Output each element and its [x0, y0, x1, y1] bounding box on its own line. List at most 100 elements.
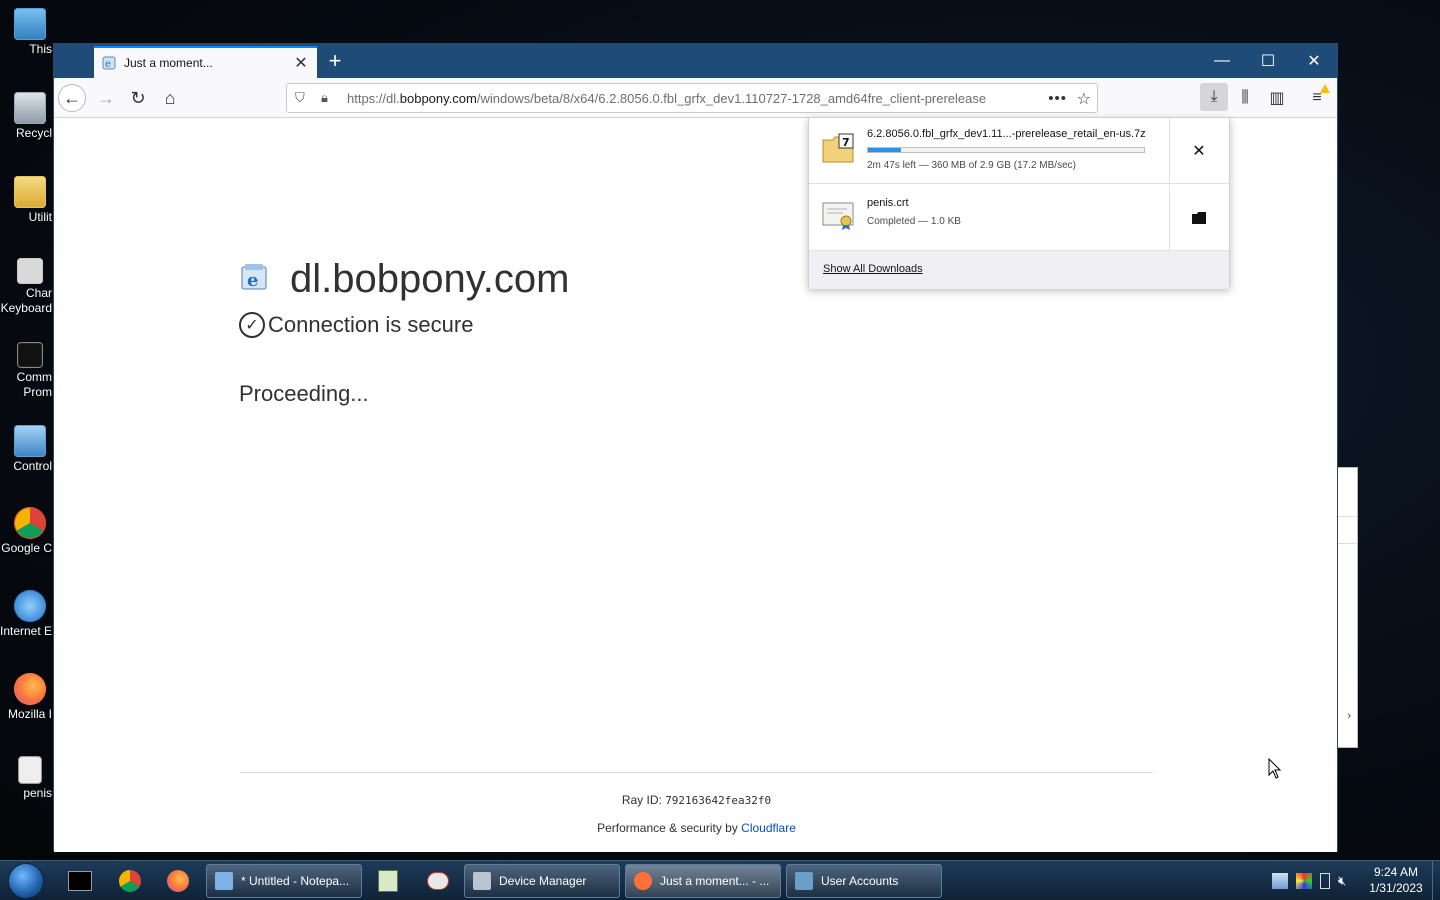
- download-status: 2m 47s left — 360 MB of 2.9 GB (17.2 MB/…: [867, 160, 1076, 171]
- taskbar-button-firefox[interactable]: Just a moment... - ...: [625, 864, 781, 898]
- back-button[interactable]: ←: [58, 84, 86, 112]
- maximize-button[interactable]: ☐: [1245, 44, 1291, 78]
- keyboard-icon: [17, 258, 43, 284]
- url-host: bobpony.com: [399, 90, 477, 106]
- close-tab-icon[interactable]: ✕: [293, 53, 309, 73]
- download-progress-fill: [868, 148, 902, 152]
- desktop-icon-label: Internet E: [0, 624, 53, 638]
- show-desktop-button[interactable]: [1432, 861, 1440, 900]
- computer-icon: [14, 8, 46, 40]
- cancel-download-button[interactable]: ✕: [1187, 140, 1211, 162]
- desktop-icon-utilities[interactable]: Utilit: [0, 176, 60, 225]
- desktop-icon-recycle-bin[interactable]: Recycl: [0, 92, 60, 141]
- sidebar-button[interactable]: ▥: [1264, 84, 1290, 112]
- start-button[interactable]: [8, 863, 44, 899]
- battery-icon[interactable]: [1320, 873, 1330, 889]
- svg-text:e: e: [247, 270, 258, 291]
- desktop-icon-internet-explorer[interactable]: Internet E: [0, 590, 60, 639]
- lock-icon[interactable]: 🔒︎: [321, 90, 337, 106]
- forward-button[interactable]: →: [92, 84, 120, 112]
- desktop-icon-this-pc[interactable]: This: [0, 8, 60, 57]
- tracking-protection-shield-icon[interactable]: ⛉: [295, 90, 311, 106]
- firefox-window: e Just a moment... ✕ + — ☐ ✕ ← → ↻ ⌂ ⛉ 🔒…: [53, 43, 1339, 852]
- clock-time: 9:24 AM: [1373, 865, 1419, 879]
- pinned-firefox[interactable]: [160, 866, 196, 896]
- clock[interactable]: 9:24 AM 1/31/2023: [1360, 864, 1432, 896]
- desktop-icon-control-panel[interactable]: Control: [0, 425, 60, 474]
- network-icon[interactable]: [1272, 873, 1288, 889]
- home-button[interactable]: ⌂: [156, 84, 184, 112]
- bookmark-star-icon[interactable]: ☆: [1077, 89, 1091, 109]
- svg-text:7: 7: [842, 136, 850, 149]
- taskbar-button-notepad[interactable]: * Untitled - Notepa...: [206, 864, 362, 898]
- new-tab-button[interactable]: +: [324, 50, 346, 72]
- ray-id-value: 792163642fea32f0: [665, 794, 772, 807]
- status-text: Proceeding...: [239, 381, 369, 406]
- show-all-downloads-button[interactable]: Show All Downloads: [809, 251, 1229, 289]
- mouse-cursor-icon: [1268, 758, 1282, 779]
- chrome-icon: [14, 507, 46, 539]
- url-bar[interactable]: ⛉ 🔒︎ https://dl. bobpony.com/windows/beta…: [286, 83, 1098, 113]
- ray-id-label: Ray ID:: [621, 793, 666, 807]
- download-arrow-icon: ⤓: [1210, 88, 1218, 105]
- terminal-icon: [68, 871, 92, 891]
- firefox-icon: [634, 872, 652, 890]
- chevron-right-icon[interactable]: ›: [1347, 710, 1351, 722]
- terminal-icon: [17, 342, 43, 368]
- desktop-icon-label: Mozilla I: [7, 707, 52, 721]
- taskbar: * Untitled - Notepa... Device Manager Ju…: [0, 860, 1440, 900]
- chrome-icon: [119, 870, 141, 892]
- certificate-icon: [822, 202, 854, 230]
- pinned-command-prompt[interactable]: [62, 866, 98, 896]
- taskbar-button-label: * Untitled - Notepa...: [241, 874, 350, 888]
- control-panel-icon: [14, 425, 46, 457]
- desktop-icon-command-prompt[interactable]: Comm Prom: [0, 342, 60, 400]
- taskbar-button-label: User Accounts: [821, 874, 899, 888]
- volume-muted-icon[interactable]: 🔇︎: [1338, 873, 1354, 889]
- taskbar-button-label: Device Manager: [499, 874, 587, 888]
- app-menu-button[interactable]: ≡: [1304, 84, 1330, 112]
- folder-icon: [1192, 212, 1206, 224]
- navigation-toolbar: ← → ↻ ⌂ ⛉ 🔒︎ https://dl. bobpony.com/wind…: [54, 78, 1337, 118]
- desktop-icon-certificate-file[interactable]: penis: [0, 756, 60, 801]
- ray-id: Ray ID: 792163642fea32f0: [54, 793, 1339, 807]
- firefox-icon: [14, 673, 46, 705]
- taskbar-button-user-accounts[interactable]: User Accounts: [786, 864, 942, 898]
- desktop-icon-character-keyboard[interactable]: Char Keyboard: [0, 258, 60, 316]
- minimize-button[interactable]: —: [1199, 44, 1245, 78]
- ie-page-icon: e: [102, 56, 116, 70]
- cloudflare-link[interactable]: Cloudflare: [741, 821, 796, 835]
- reload-button[interactable]: ↻: [124, 84, 152, 112]
- taskbar-button-device-manager[interactable]: Device Manager: [464, 864, 620, 898]
- open-folder-button[interactable]: [1187, 207, 1211, 229]
- performance-footer: Performance & security by Cloudflare: [54, 821, 1339, 835]
- library-button[interactable]: ⫼: [1232, 84, 1258, 112]
- update-badge-icon: [1320, 84, 1330, 93]
- taskbar-button-label: Just a moment... - ...: [660, 874, 770, 888]
- pinned-task-manager[interactable]: [370, 866, 406, 896]
- download-item[interactable]: 7 6.2.8056.0.fbl_grfx_dev1.11...-prerele…: [809, 118, 1229, 184]
- url-path: /windows/beta/8/x64/6.2.8056.0.fbl_grfx_…: [476, 90, 987, 106]
- downloads-button[interactable]: ⤓: [1200, 83, 1228, 111]
- connection-secure-row: ✓ Connection is secure: [239, 312, 473, 338]
- download-item[interactable]: penis.crt Completed — 1.0 KB: [809, 185, 1229, 251]
- desktop-icon-mozilla-firefox[interactable]: Mozilla I: [0, 673, 60, 722]
- notepad-icon: [215, 872, 233, 890]
- clock-date: 1/31/2023: [1369, 881, 1423, 895]
- footer-divider: [240, 772, 1153, 773]
- page-actions-more-icon[interactable]: •••: [1048, 90, 1067, 107]
- desktop-icon-google-chrome[interactable]: Google C: [0, 507, 60, 556]
- task-manager-icon: [378, 870, 398, 892]
- tab-just-a-moment[interactable]: e Just a moment... ✕: [94, 46, 317, 78]
- snipping-tool-icon: [427, 872, 449, 890]
- divider: [1169, 185, 1170, 251]
- folder-icon: [14, 176, 46, 208]
- desktop-icon-label: Recycl: [15, 126, 52, 140]
- downloads-panel: 7 6.2.8056.0.fbl_grfx_dev1.11...-prerele…: [808, 117, 1230, 289]
- pinned-chrome[interactable]: [112, 866, 148, 896]
- close-window-button[interactable]: ✕: [1291, 44, 1337, 78]
- perf-prefix: Performance & security by: [597, 821, 742, 835]
- color-icon[interactable]: [1296, 873, 1312, 889]
- pinned-snipping-tool[interactable]: [420, 866, 456, 896]
- system-tray: 🔇︎: [1272, 873, 1354, 889]
